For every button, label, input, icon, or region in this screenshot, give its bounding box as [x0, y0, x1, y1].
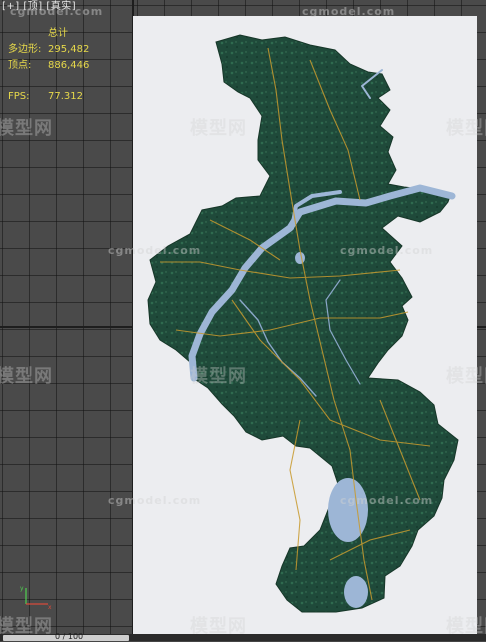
viewport-statistics: 总计 多边形: 295,482 顶点: 886,446 FPS: 77.312: [8, 26, 108, 105]
watermark-logo: 模型网: [0, 118, 53, 139]
stats-key: FPS:: [8, 91, 30, 102]
watermark-logo: 模型网: [190, 118, 247, 139]
watermark-site: cgmodel.com: [340, 494, 434, 507]
stats-header: 总计: [48, 28, 68, 39]
stats-row-fps: FPS: 77.312: [8, 89, 108, 105]
stats-value: 295,482: [48, 44, 90, 55]
lake-shijiu: [328, 478, 368, 542]
axis-gizmo-icon: y x: [20, 585, 52, 610]
watermark-site: cgmodel.com: [10, 5, 104, 18]
watermark-logo: 模型网: [446, 616, 486, 634]
lake-gucheng: [344, 576, 368, 608]
stats-value: 77.312: [48, 91, 83, 102]
stats-key: 顶点:: [8, 60, 32, 71]
watermark-site: cgmodel.com: [302, 5, 396, 18]
watermark-logo: 模型网: [0, 616, 53, 634]
time-slider[interactable]: 0 / 100: [3, 632, 129, 641]
lake-city: [295, 252, 305, 264]
viewport-top[interactable]: [+] [顶] [真实] 总计 多边形: 295,482 顶点: 886,446…: [0, 0, 486, 634]
svg-text:y: y: [20, 585, 24, 592]
svg-text:x: x: [48, 604, 52, 610]
stats-row-polygons: 多边形: 295,482: [8, 42, 108, 58]
stats-row-vertices: 顶点: 886,446: [8, 58, 108, 74]
watermark-logo: 模型网: [446, 366, 486, 387]
watermark-logo: 模型网: [0, 366, 53, 387]
watermark-logo: 模型网: [446, 118, 486, 139]
timeline-bar[interactable]: 0 / 100: [0, 632, 486, 641]
stats-value: 886,446: [48, 60, 90, 71]
watermark-site: cgmodel.com: [108, 494, 202, 507]
watermark-logo: 模型网: [190, 366, 247, 387]
watermark-site: cgmodel.com: [340, 244, 434, 257]
watermark-logo: 模型网: [190, 616, 247, 634]
watermark-site: cgmodel.com: [108, 244, 202, 257]
stats-key: 多边形:: [8, 44, 42, 55]
